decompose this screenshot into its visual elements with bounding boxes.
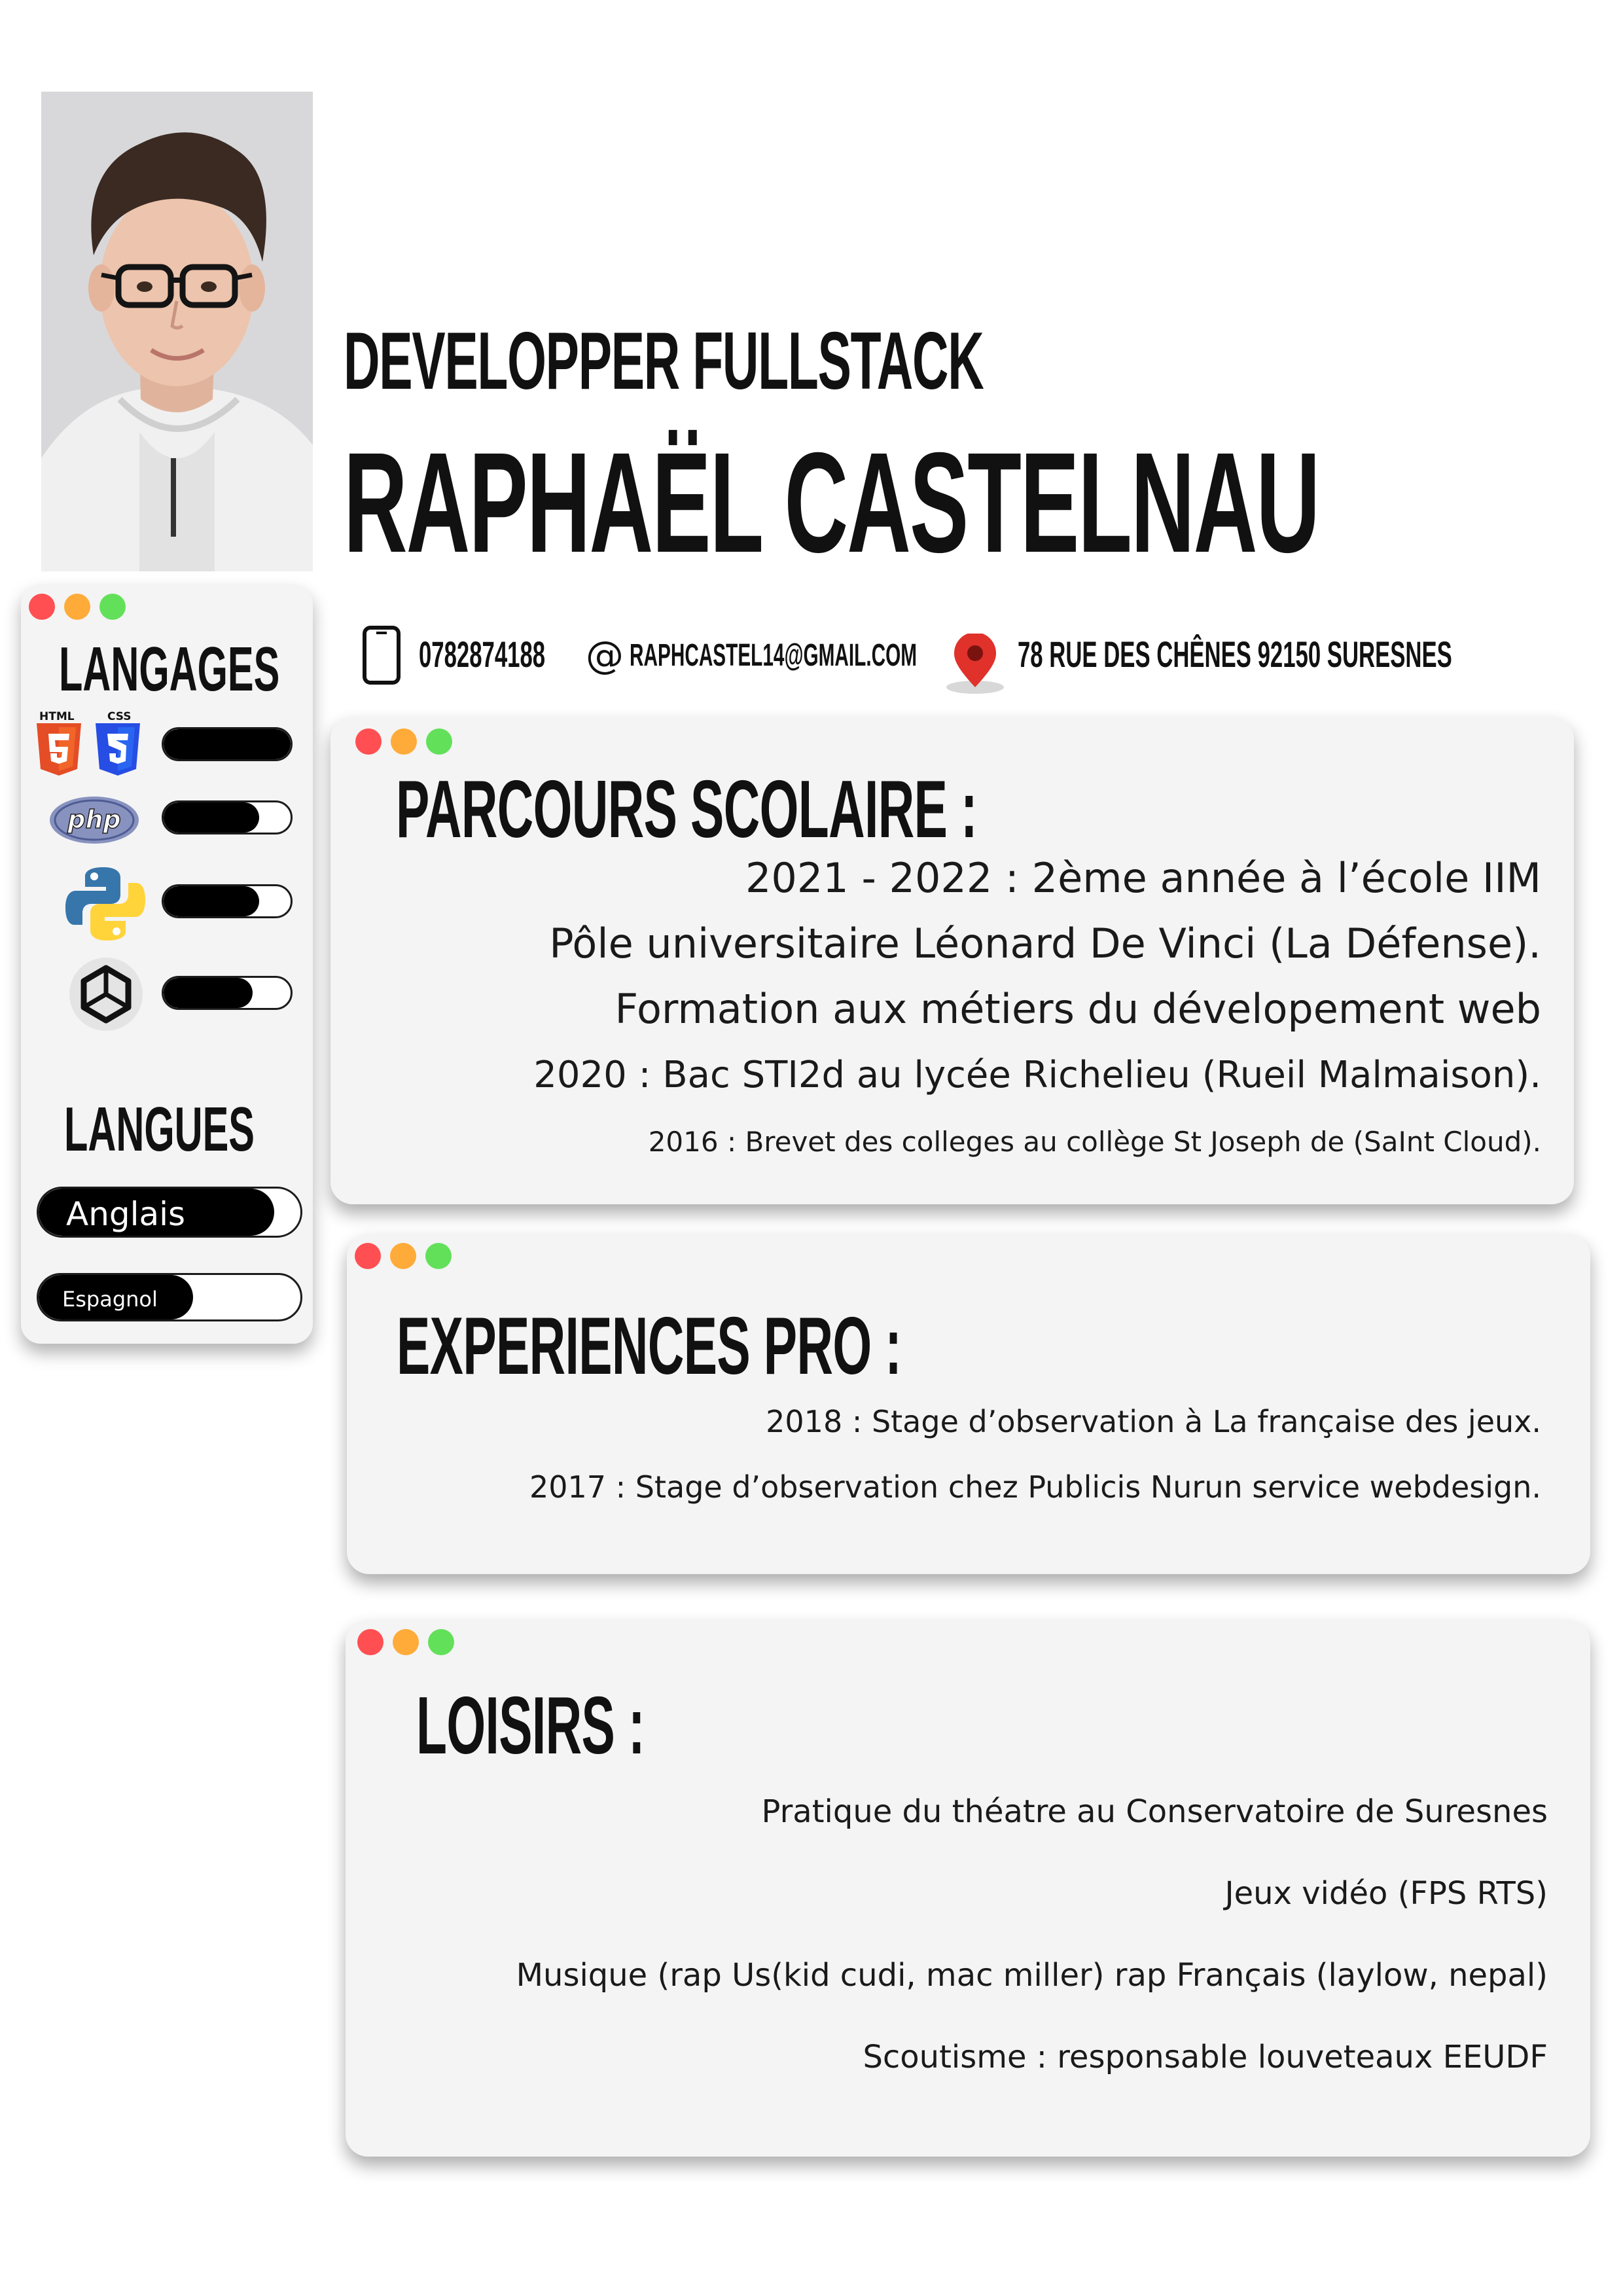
languages-title: LANGAGES (59, 634, 280, 704)
skill-bar-html-css (162, 727, 293, 761)
close-dot-icon (357, 1629, 383, 1655)
css3-shield-icon (96, 723, 140, 776)
experience-line: 2017 : Stage d’observation chez Publicis… (529, 1469, 1541, 1505)
education-line: Formation aux métiers du dévelopement we… (615, 985, 1541, 1033)
skills-sidebar: LANGAGES HTML CSS php LANGUES Anglais Es… (21, 584, 313, 1344)
hobby-line: Pratique du théatre au Conservatoire de … (761, 1793, 1548, 1830)
skill-bar-php (162, 800, 293, 834)
education-line: 2016 : Brevet des colleges au collège St… (648, 1126, 1541, 1158)
html-label: HTML (39, 710, 75, 723)
css-label: CSS (107, 710, 132, 723)
minimize-dot-icon (64, 594, 90, 620)
skill-bar-fill (164, 886, 259, 916)
hobby-line: Musique (rap Us(kid cudi, mac miller) ra… (516, 1957, 1548, 1994)
profile-photo (41, 92, 313, 571)
education-line: 2021 - 2022 : 2ème année à l’école IIM (745, 854, 1541, 902)
skill-bar-fill (164, 802, 259, 833)
skill-bar-fill (164, 978, 253, 1008)
language-bar-english: Anglais (37, 1187, 302, 1238)
hobbies-card: LOISIRS : Pratique du théatre au Conserv… (346, 1620, 1590, 2157)
close-dot-icon (355, 1243, 381, 1269)
education-card: PARCOURS SCOLAIRE : 2021 - 2022 : 2ème a… (330, 717, 1574, 1204)
spoken-languages-title: LANGUES (64, 1094, 255, 1164)
phone-number: 0782874188 (419, 634, 546, 675)
location-pin-icon (946, 634, 1004, 694)
maximize-dot-icon (99, 594, 126, 620)
python-icon (65, 867, 145, 941)
close-dot-icon (29, 594, 55, 620)
language-label-spanish: Espagnol (62, 1287, 158, 1312)
education-line: Pôle universitaire Léonard De Vinci (La … (549, 920, 1541, 967)
close-dot-icon (355, 728, 382, 755)
phone-icon (363, 626, 401, 685)
minimize-dot-icon (390, 1243, 416, 1269)
education-line: 2020 : Bac STI2d au lycée Richelieu (Rue… (533, 1054, 1541, 1096)
skill-bar-unity (162, 976, 293, 1010)
minimize-dot-icon (393, 1629, 419, 1655)
maximize-dot-icon (428, 1629, 454, 1655)
full-name: RAPHAËL CASTELNAU (344, 423, 1320, 583)
education-title: PARCOURS SCOLAIRE : (396, 764, 978, 855)
window-dots (29, 594, 126, 620)
hobby-line: Jeux vidéo (FPS RTS) (1224, 1875, 1548, 1912)
skill-bar-python (162, 884, 293, 918)
skill-bar-fill (164, 729, 291, 759)
php-icon: php (50, 797, 139, 844)
experience-line: 2018 : Stage d’observation à La français… (766, 1404, 1541, 1439)
experience-card: EXPERIENCES PRO : 2018 : Stage d’observa… (347, 1234, 1590, 1574)
window-dots (355, 1243, 452, 1269)
hobby-line: Scoutisme : responsable louveteaux EEUDF (863, 2039, 1548, 2075)
experience-title: EXPERIENCES PRO : (397, 1301, 902, 1391)
window-dots (357, 1629, 454, 1655)
unity-icon (69, 958, 143, 1031)
window-dots (355, 728, 452, 755)
language-bar-spanish: Espagnol (37, 1273, 302, 1321)
php-logo-text: php (67, 805, 120, 834)
email-address[interactable]: RAPHCASTEL14@GMAIL.COM (630, 640, 917, 672)
html5-shield-icon (37, 723, 81, 776)
email-at-icon: @ (586, 633, 624, 677)
html-css-icon: HTML CSS (35, 710, 147, 776)
postal-address: 78 RUE DES CHÊNES 92150 SURESNES (1018, 634, 1452, 675)
language-label-english: Anglais (66, 1195, 186, 1233)
portrait-illustration (41, 92, 313, 571)
job-title: DEVELOPPER FULLSTACK (344, 316, 984, 406)
minimize-dot-icon (391, 728, 417, 755)
maximize-dot-icon (425, 1243, 452, 1269)
maximize-dot-icon (426, 728, 452, 755)
hobbies-title: LOISIRS : (416, 1681, 645, 1771)
